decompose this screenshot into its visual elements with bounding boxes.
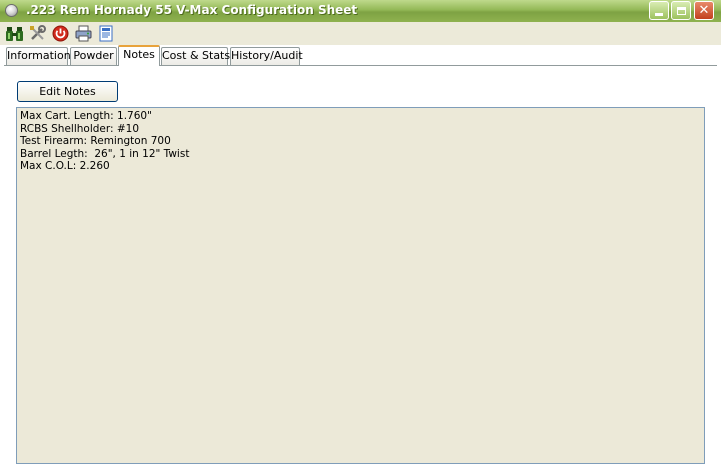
minimize-button[interactable]: [649, 1, 669, 20]
edit-notes-button[interactable]: Edit Notes: [17, 81, 118, 102]
tab-powder[interactable]: Powder: [70, 47, 117, 65]
tab-strip: Information Powder Notes Cost & Stats Hi…: [0, 45, 721, 66]
printer-icon[interactable]: [75, 25, 92, 42]
app-icon[interactable]: [5, 4, 18, 17]
notes-panel: Edit Notes Max Cart. Length: 1.760" RCBS…: [4, 65, 717, 466]
power-icon[interactable]: [52, 25, 69, 42]
toolbar: [0, 22, 721, 46]
note-line: Max C.O.L: 2.260: [20, 160, 110, 172]
note-line: Barrel Legth: 26", 1 in 12" Twist: [20, 147, 190, 160]
title-bar[interactable]: .223 Rem Hornady 55 V-Max Configuration …: [0, 0, 721, 23]
notes-text-area[interactable]: Max Cart. Length: 1.760" RCBS Shellholde…: [16, 107, 705, 464]
tab-history-audit[interactable]: History/Audit: [230, 47, 303, 65]
tab-notes[interactable]: Notes: [118, 45, 160, 66]
close-icon: ✕: [698, 3, 710, 18]
maximize-button[interactable]: [671, 1, 691, 20]
close-button[interactable]: ✕: [694, 1, 714, 20]
window-title: .223 Rem Hornady 55 V-Max Configuration …: [26, 3, 358, 17]
tab-cost-stats[interactable]: Cost & Stats: [161, 47, 230, 65]
maximize-icon: [676, 6, 686, 15]
document-icon[interactable]: [98, 25, 115, 42]
note-line: RCBS Shellholder: #10: [20, 122, 140, 135]
minimize-icon: [655, 13, 663, 16]
note-line: Test Firearm: Remington 700: [20, 135, 171, 147]
tab-information[interactable]: Information: [6, 47, 71, 65]
note-line: Max Cart. Length: 1.760": [20, 110, 152, 122]
binoculars-icon[interactable]: [6, 25, 23, 42]
tools-icon[interactable]: [29, 25, 46, 42]
